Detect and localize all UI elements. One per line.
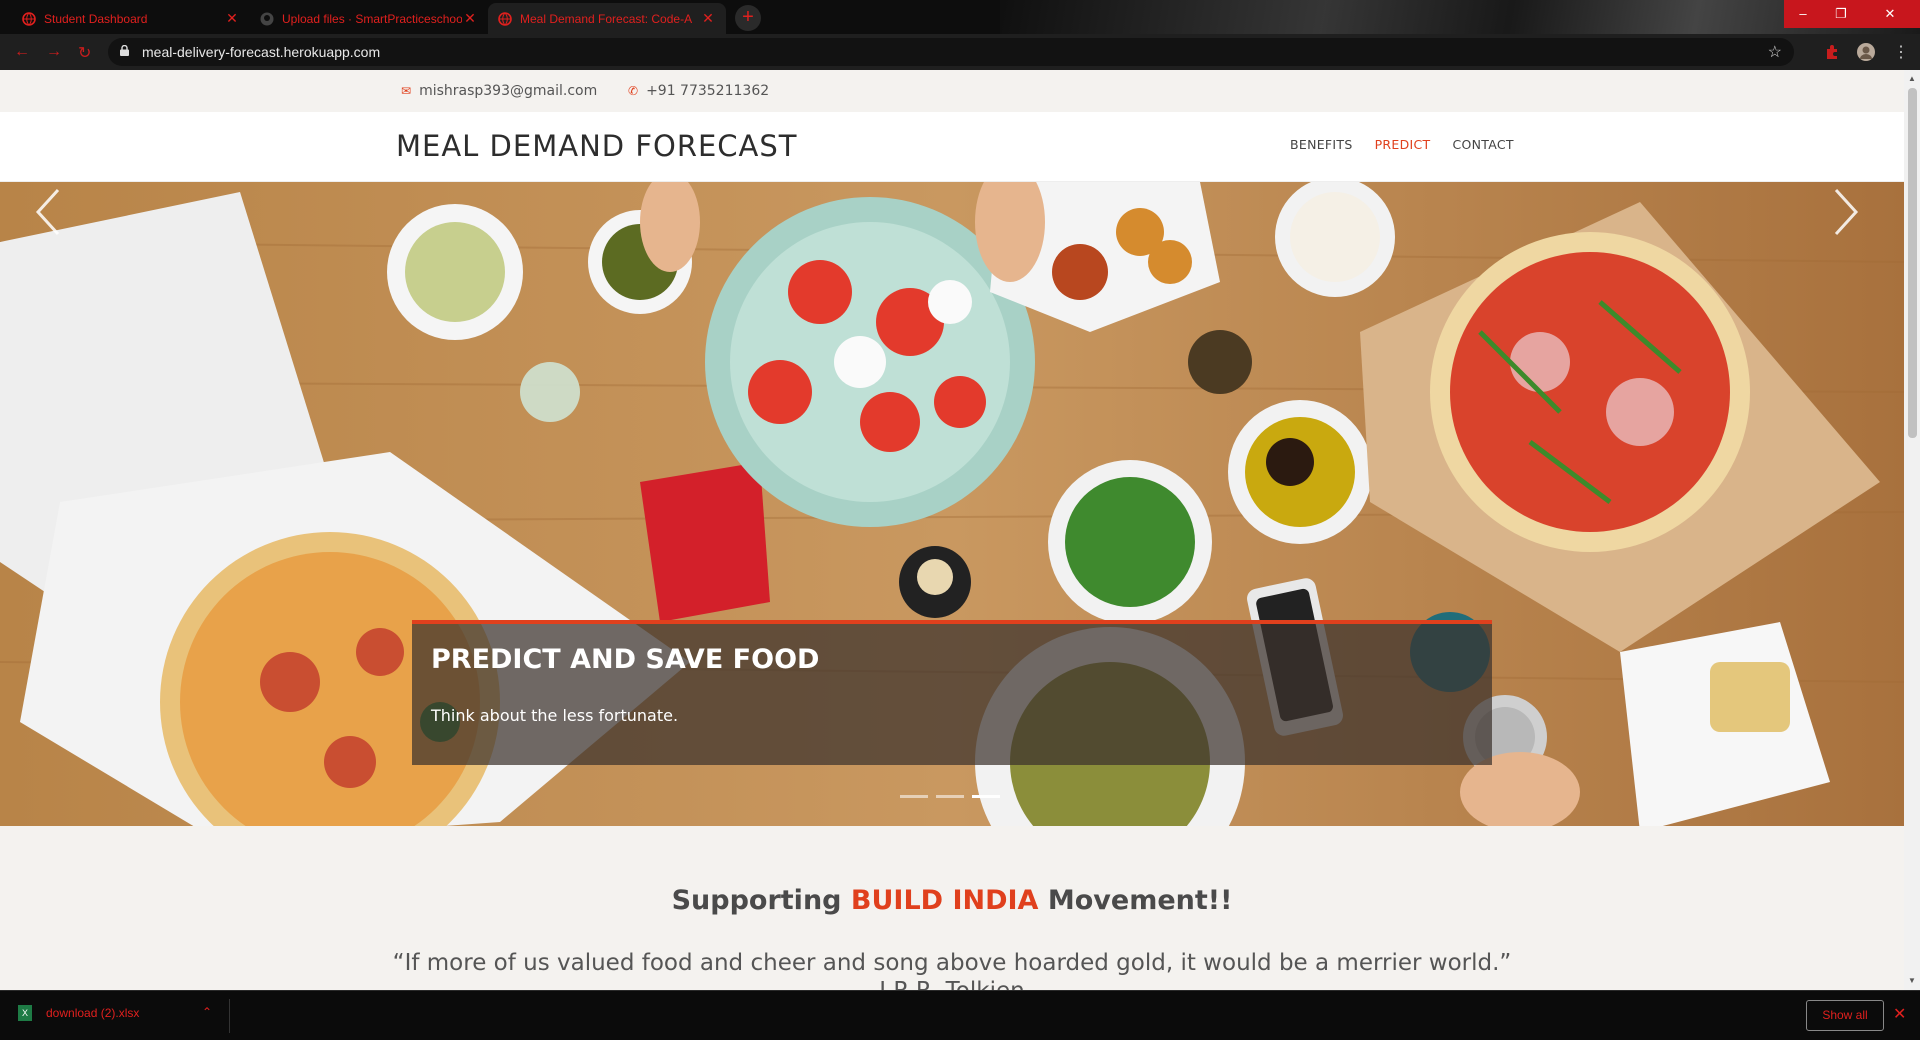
carousel-caption: PREDICT AND SAVE FOOD Think about the le… [412, 620, 1492, 765]
phone-icon: ✆ [628, 84, 639, 98]
page-scrollbar[interactable]: ▲ ▼ [1904, 70, 1920, 990]
tab-upload-files[interactable]: Upload files · SmartPracticeschool ✕ [250, 3, 488, 34]
excel-file-icon: X [18, 1005, 32, 1021]
url-text: meal-delivery-forecast.herokuapp.com [142, 44, 381, 60]
tab-title: Upload files · SmartPracticeschool [282, 11, 462, 26]
quote-text: “If more of us valued food and cheer and… [392, 950, 1512, 976]
hero-carousel: PREDICT AND SAVE FOOD Think about the le… [0, 182, 1904, 826]
github-icon [260, 12, 274, 25]
forward-icon[interactable]: → [46, 43, 62, 61]
tab-meal-demand-forecast[interactable]: Meal Demand Forecast: Code-A ✕ [488, 3, 726, 34]
phone-info[interactable]: ✆ +91 7735211362 [628, 83, 769, 99]
nav-predict[interactable]: PREDICT [1375, 137, 1431, 152]
carousel-indicator[interactable] [936, 795, 964, 798]
email-text: mishrasp393@gmail.com [419, 83, 598, 99]
address-bar[interactable]: meal-delivery-forecast.herokuapp.com ☆ [108, 38, 1794, 66]
movement-highlight: BUILD INDIA [850, 885, 1039, 916]
site-brand[interactable]: MEAL DEMAND FORECAST [396, 129, 798, 163]
globe-icon [498, 11, 512, 26]
site-header: MEAL DEMAND FORECAST BENEFITS PREDICT CO… [0, 112, 1904, 182]
back-icon[interactable]: ← [14, 43, 30, 61]
movement-prefix: Supporting [671, 885, 851, 916]
tab-title: Student Dashboard [44, 11, 148, 26]
restore-button[interactable]: ❐ [1822, 0, 1860, 28]
carousel-next-icon[interactable] [1826, 182, 1866, 242]
bookmark-star-icon[interactable]: ☆ [1768, 42, 1782, 62]
tab-strip: Student Dashboard ✕ Upload files · Smart… [0, 0, 1920, 34]
scroll-up-icon[interactable]: ▲ [1908, 74, 1916, 83]
tab-title: Meal Demand Forecast: Code-A [520, 11, 693, 26]
download-bar: X download (2).xlsx ⌃ Show all ✕ [0, 990, 1920, 1040]
download-filename: download (2).xlsx [46, 1006, 140, 1020]
carousel-indicators [900, 795, 1000, 798]
lock-icon [120, 45, 129, 56]
browser-toolbar: ← → ↻ meal-delivery-forecast.herokuapp.c… [0, 34, 1920, 70]
close-tab-icon[interactable]: ✕ [462, 10, 478, 27]
contact-topbar: ✉ mishrasp393@gmail.com ✆ +91 7735211362 [0, 70, 1904, 112]
reload-icon[interactable]: ↻ [78, 43, 91, 63]
scroll-down-icon[interactable]: ▼ [1908, 976, 1916, 985]
profile-avatar[interactable] [1856, 42, 1876, 62]
download-item[interactable]: X download (2).xlsx [18, 1005, 139, 1021]
envelope-icon: ✉ [401, 84, 412, 98]
movement-suffix: Movement!! [1038, 885, 1233, 916]
quote-author: J.R.R. Tolkien [0, 978, 1904, 990]
close-window-button[interactable]: ✕ [1860, 0, 1920, 28]
nav-benefits[interactable]: BENEFITS [1290, 137, 1353, 152]
close-tab-icon[interactable]: ✕ [224, 10, 240, 27]
carousel-prev-icon[interactable] [28, 182, 68, 242]
chevron-up-icon[interactable]: ⌃ [202, 1005, 212, 1019]
close-icon[interactable]: ✕ [1893, 1004, 1906, 1024]
scrollbar-thumb[interactable] [1908, 88, 1917, 438]
caption-text: Think about the less fortunate. [431, 706, 679, 725]
caption-title: PREDICT AND SAVE FOOD [431, 644, 820, 675]
email-info[interactable]: ✉ mishrasp393@gmail.com [401, 83, 597, 99]
nav-contact[interactable]: CONTACT [1452, 137, 1513, 152]
divider [229, 999, 230, 1033]
main-nav: BENEFITS PREDICT CONTACT [1290, 137, 1514, 152]
carousel-indicator[interactable] [900, 795, 928, 798]
tab-student-dashboard[interactable]: Student Dashboard ✕ [12, 3, 250, 34]
web-page: ✉ mishrasp393@gmail.com ✆ +91 7735211362… [0, 70, 1904, 990]
show-all-button[interactable]: Show all [1806, 1000, 1884, 1031]
extensions-icon[interactable] [1824, 44, 1840, 60]
new-tab-button[interactable]: + [735, 5, 761, 31]
minimize-button[interactable]: – [1784, 0, 1822, 28]
menu-icon[interactable]: ⋮ [1893, 42, 1909, 62]
phone-text: +91 7735211362 [646, 83, 770, 99]
carousel-indicator-active[interactable] [972, 795, 1000, 798]
close-tab-icon[interactable]: ✕ [700, 10, 716, 27]
movement-heading: Supporting BUILD INDIA Movement!! [0, 885, 1904, 916]
globe-icon [22, 11, 36, 26]
